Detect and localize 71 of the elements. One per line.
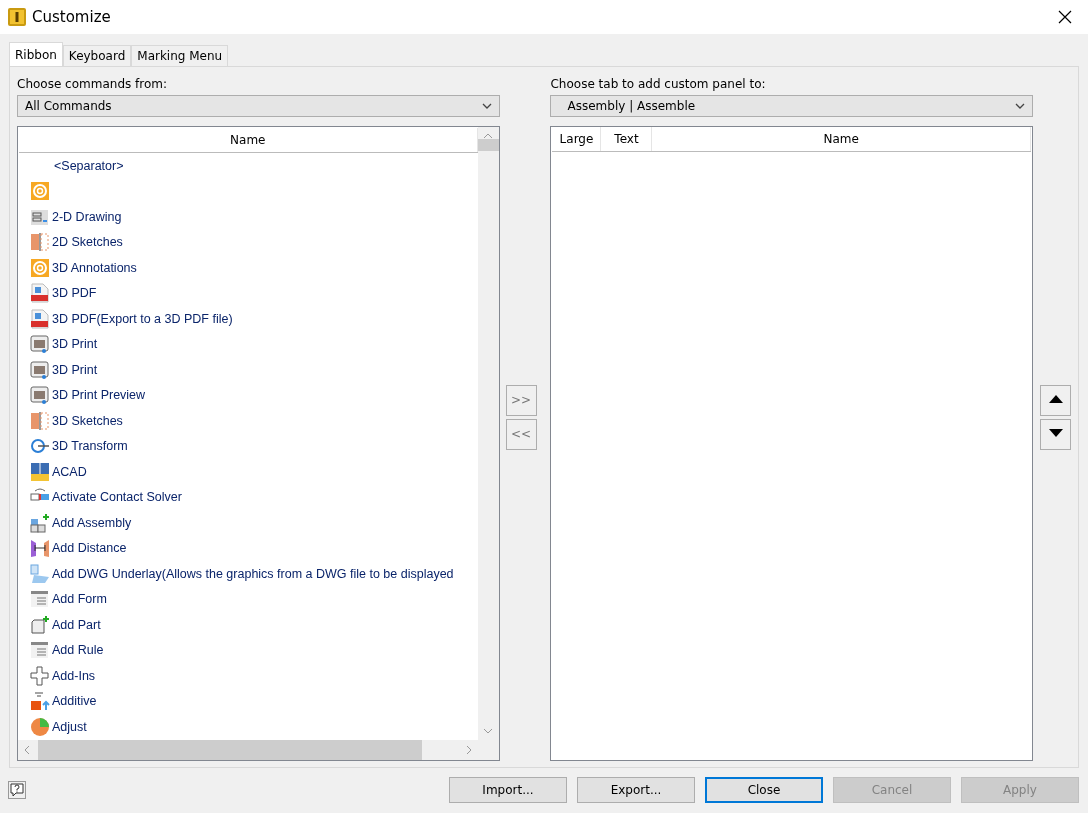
command-row[interactable]: 3D PDF(Export to a 3D PDF file) [22,306,478,332]
chevron-up-icon[interactable] [483,131,493,141]
sketch-icon [30,232,50,253]
pie-chart-icon [30,716,50,737]
triangle-down-icon [1047,428,1064,438]
command-row[interactable]: Add DWG Underlay(Allows the graphics from a DWG file to be displayed [22,561,478,587]
vertical-scrollbar[interactable] [477,127,499,740]
command-row[interactable]: <Separator> [22,153,478,179]
help-icon[interactable] [8,781,26,799]
field-label: Choose tab to add custom panel to: [550,76,767,93]
command-row[interactable]: Add Distance [22,535,478,561]
triangle-up-icon [1047,394,1064,404]
command-row[interactable]: 3D Print [22,331,478,357]
command-row[interactable]: 3D Print Preview [22,382,478,408]
command-row[interactable]: 2D Sketches [22,229,478,255]
command-row[interactable]: Adjust [22,714,478,740]
tab-dropdown[interactable]: Assembly | Assemble [550,95,1033,117]
command-row[interactable]: 2-D Drawing [22,204,478,230]
window-title: Customize [32,8,111,26]
dialog-button[interactable]: Export... [577,777,695,803]
form-icon [30,589,50,610]
scrollbar-thumb[interactable] [477,139,499,151]
command-row[interactable]: 3D Transform [22,433,478,459]
column-header[interactable]: Text [601,127,653,151]
command-row[interactable]: Add Assembly [22,510,478,536]
command-row[interactable]: Additive [22,688,478,714]
distance-icon [30,538,50,559]
command-row[interactable]: Add Part [22,612,478,638]
printer-icon [30,359,50,380]
grid-icon [30,461,50,482]
additive-icon [30,691,50,712]
column-header[interactable]: Name [652,127,1031,151]
printer-icon [30,334,50,355]
horizontal-scrollbar[interactable] [18,740,478,760]
part-icon [30,614,50,635]
underlay-icon [30,563,50,584]
move-up-button[interactable] [1040,384,1071,416]
command-row[interactable]: Add Rule [22,637,478,663]
command-row[interactable]: 3D PDF [22,280,478,306]
move-button[interactable]: << [505,418,537,450]
scrollbar-thumb[interactable] [38,740,422,760]
move-button[interactable]: >> [505,384,537,416]
chevron-down-icon [1015,102,1025,110]
dialog-button[interactable]: Import... [449,777,567,803]
commands-dropdown[interactable]: All Commands [17,95,500,117]
command-row[interactable]: 3D Print [22,357,478,383]
command-row[interactable]: Activate Contact Solver [22,484,478,510]
field-label: Choose commands from: [17,76,169,93]
assembly-icon [30,512,50,533]
move-down-button[interactable] [1040,418,1071,450]
command-row[interactable]: Add Form [22,586,478,612]
chevron-left-icon[interactable] [22,745,32,755]
sketch-icon [30,410,50,431]
command-row[interactable]: 3D Annotations [22,255,478,281]
printer-icon [30,385,50,406]
tab[interactable]: Marking Menu [131,45,229,66]
app-logo-icon [8,8,26,26]
chevron-down-icon[interactable] [483,726,493,736]
form-icon [30,640,50,661]
pdf-icon [30,283,50,304]
tab[interactable]: Ribbon [9,42,63,66]
plus-icon [30,665,50,686]
chevron-down-icon [481,102,492,110]
dialog-button[interactable]: Close [705,777,823,803]
command-row[interactable]: Add-Ins [22,663,478,689]
tab[interactable]: Keyboard [62,45,132,66]
command-row[interactable]: ACAD [22,459,478,485]
column-header[interactable]: Name [19,128,478,152]
column-header[interactable]: Large [552,127,602,151]
pdf-icon [30,308,50,329]
command-row[interactable]: 3D Sketches [22,408,478,434]
